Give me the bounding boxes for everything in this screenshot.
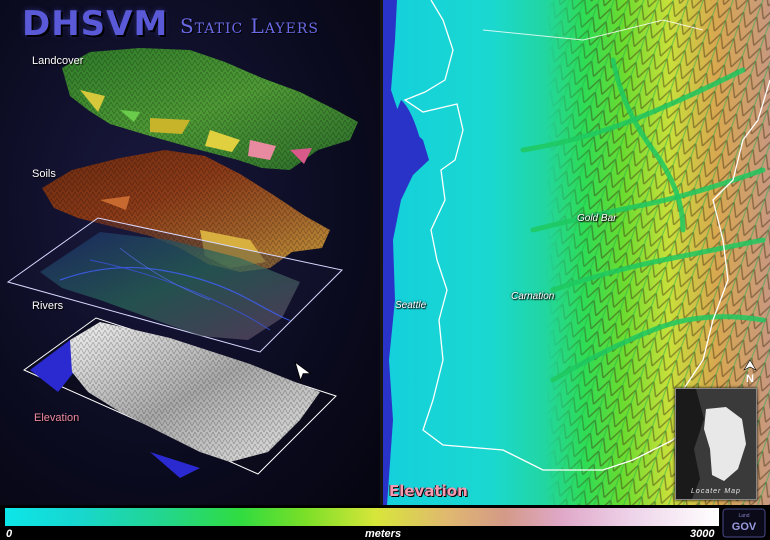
map-title: Elevation bbox=[389, 482, 468, 500]
app-title: DHSVM bbox=[22, 4, 169, 44]
legend-max-value: 3000 bbox=[690, 528, 715, 540]
legend-min-value: 0 bbox=[6, 528, 13, 540]
legend-unit-label: meters bbox=[365, 528, 402, 540]
landcover-layer bbox=[62, 48, 358, 170]
elevation-map: Seattle Carnation Gold Bar N Locater Map… bbox=[383, 0, 770, 505]
locator-map: Locater Map bbox=[675, 388, 757, 500]
map-north-arrow-icon: N bbox=[743, 360, 757, 385]
app-subtitle: Static Layers bbox=[180, 14, 319, 38]
gov-logo-icon: Land GOV bbox=[722, 508, 766, 538]
svg-text:Land: Land bbox=[738, 513, 749, 519]
svg-text:GOV: GOV bbox=[732, 521, 757, 533]
locator-map-label: Locater Map bbox=[691, 488, 741, 495]
place-label-gold-bar: Gold Bar bbox=[577, 213, 617, 224]
layer-label-soils: Soils bbox=[32, 168, 56, 180]
elevation-color-bar bbox=[5, 508, 719, 526]
layer-stack-graphic bbox=[6, 48, 358, 478]
layer-label-landcover: Landcover bbox=[32, 55, 84, 67]
locator-map-graphic bbox=[676, 389, 756, 499]
elevation-layer bbox=[23, 317, 337, 478]
layers-panel: DHSVM Static Layers Landcover Soils Rive… bbox=[0, 0, 380, 505]
layer-label-rivers: Rivers bbox=[32, 300, 64, 312]
stack-north-arrow-icon bbox=[294, 361, 312, 382]
svg-text:N: N bbox=[746, 373, 754, 385]
layer-label-elevation: Elevation bbox=[34, 412, 80, 424]
elevation-legend: 0 meters 3000 Land GOV bbox=[0, 505, 770, 540]
place-label-seattle: Seattle bbox=[395, 300, 427, 311]
place-label-carnation: Carnation bbox=[511, 291, 555, 302]
